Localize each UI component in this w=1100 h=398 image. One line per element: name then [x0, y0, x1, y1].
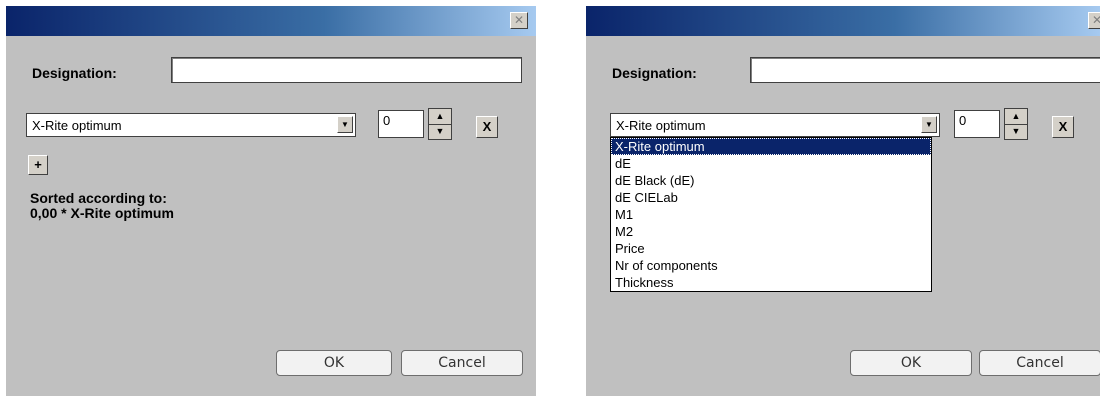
weight-input[interactable]: 0: [378, 110, 424, 138]
ok-button[interactable]: OK: [850, 350, 972, 376]
sorted-header: Sorted according to:: [30, 190, 167, 206]
add-criterion-button[interactable]: +: [28, 155, 48, 175]
sort-criterion-dropdown: X-Rite optimum dE dE Black (dE) dE CIELa…: [610, 137, 932, 292]
cancel-button[interactable]: Cancel: [401, 350, 523, 376]
weight-stepper[interactable]: 0 ▲ ▼: [378, 108, 456, 140]
remove-criterion-button[interactable]: X: [476, 116, 498, 138]
dropdown-option[interactable]: M2: [611, 223, 931, 240]
spin-down-icon[interactable]: ▼: [1005, 124, 1027, 139]
close-icon[interactable]: ✕: [510, 12, 528, 29]
sort-criterion-value: X-Rite optimum: [616, 118, 706, 133]
dropdown-option[interactable]: Price: [611, 240, 931, 257]
designation-label: Designation:: [32, 65, 117, 81]
weight-stepper[interactable]: 0 ▲ ▼: [954, 108, 1032, 140]
cancel-button[interactable]: Cancel: [979, 350, 1100, 376]
designation-label: Designation:: [612, 65, 697, 81]
dropdown-option[interactable]: M1: [611, 206, 931, 223]
designation-input[interactable]: [171, 57, 522, 83]
spin-up-icon[interactable]: ▲: [1005, 109, 1027, 125]
dropdown-option[interactable]: Thickness: [611, 274, 931, 291]
sort-criterion-value: X-Rite optimum: [32, 118, 122, 133]
sort-criterion-select[interactable]: X-Rite optimum ▼: [610, 113, 940, 137]
designation-input[interactable]: [750, 57, 1100, 83]
sort-dialog-expanded: ✕ Designation: X-Rite optimum ▼ 0 ▲ ▼ X …: [586, 6, 1100, 396]
close-icon[interactable]: ✕: [1088, 12, 1100, 29]
chevron-down-icon[interactable]: ▼: [921, 116, 937, 133]
sort-dialog-collapsed: ✕ Designation: X-Rite optimum ▼ 0 ▲ ▼ X …: [6, 6, 536, 396]
dropdown-option[interactable]: dE Black (dE): [611, 172, 931, 189]
title-bar[interactable]: ✕: [586, 6, 1100, 36]
spin-up-icon[interactable]: ▲: [429, 109, 451, 125]
dropdown-option[interactable]: X-Rite optimum: [611, 138, 931, 155]
spin-buttons: ▲ ▼: [1004, 108, 1028, 140]
spin-down-icon[interactable]: ▼: [429, 124, 451, 139]
spin-buttons: ▲ ▼: [428, 108, 452, 140]
dropdown-option[interactable]: dE: [611, 155, 931, 172]
remove-criterion-button[interactable]: X: [1052, 116, 1074, 138]
sorted-expression: 0,00 * X-Rite optimum: [30, 205, 174, 221]
title-bar[interactable]: ✕: [6, 6, 536, 36]
ok-button[interactable]: OK: [276, 350, 392, 376]
chevron-down-icon[interactable]: ▼: [337, 116, 353, 133]
sort-criterion-select[interactable]: X-Rite optimum ▼: [26, 113, 356, 137]
dropdown-option[interactable]: Nr of components: [611, 257, 931, 274]
dropdown-option[interactable]: dE CIELab: [611, 189, 931, 206]
weight-input[interactable]: 0: [954, 110, 1000, 138]
